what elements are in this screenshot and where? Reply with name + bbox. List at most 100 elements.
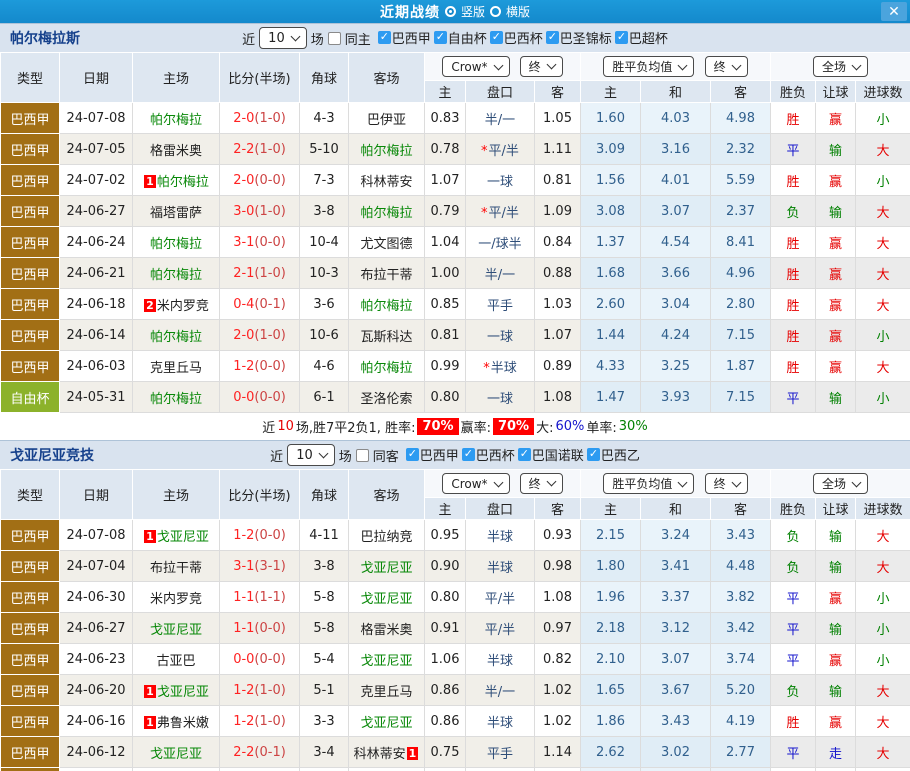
cell-ah-line: 平手 (466, 737, 535, 768)
summary-part: 场,胜7平2负1, 胜率: (296, 417, 416, 436)
cell-eu-away-odds: 2.80 (711, 289, 771, 320)
cell-ah-away-odds: 1.08 (535, 382, 581, 413)
cell-goals-result: 小 (856, 582, 910, 613)
league-checkbox-2[interactable] (490, 31, 503, 44)
match-count-select[interactable]: 10 (259, 27, 307, 49)
cell-date: 24-06-16 (60, 706, 133, 737)
match-row: 巴西甲24-06-23古亚巴0-0(0-0)5-4戈亚尼亚1.06半球0.822… (1, 644, 910, 675)
cell-league-type: 巴西甲 (1, 320, 60, 351)
europe-odds-select[interactable]: 胜平负均值 (603, 473, 694, 494)
team-label: 戈亚尼亚 (157, 530, 209, 545)
cell-away-team: 戈亚尼亚 (349, 706, 425, 737)
cell-corners: 4-11 (300, 520, 349, 551)
cell-score: 1-1(0-0) (220, 613, 300, 644)
cell-handicap-result: 输 (816, 134, 856, 165)
cell-result: 胜 (771, 165, 816, 196)
cell-ah-line: *半球 (466, 351, 535, 382)
cell-home-team: 帕尔梅拉 (133, 103, 220, 134)
asian-final-select[interactable]: 终 (520, 473, 563, 494)
cell-home-team: 帕尔梅拉 (133, 382, 220, 413)
cell-home-team: 1尤文图德 (133, 768, 220, 771)
team-section: 戈亚尼亚竞技 近 10 场 同客 巴西甲巴西杯巴国诺联巴西乙 类型 日期 (0, 440, 910, 771)
same-venue-checkbox[interactable] (328, 32, 341, 45)
horizontal-radio-label: 横版 (506, 3, 530, 20)
cell-ah-home-odds: 1.06 (425, 644, 466, 675)
league-checkbox-3[interactable] (587, 448, 600, 461)
summary-part: 近 (262, 417, 275, 436)
league-label: 巴圣锦标 (560, 28, 612, 47)
cell-ah-away-odds: 1.02 (535, 706, 581, 737)
league-checkbox-4[interactable] (615, 31, 628, 44)
col-eu-away: 客 (711, 81, 771, 103)
close-icon[interactable]: ✕ (881, 2, 907, 21)
scope-select[interactable]: 全场 (813, 56, 868, 77)
cell-eu-away-odds: 2.37 (711, 196, 771, 227)
cell-league-type: 巴西甲 (1, 675, 60, 706)
cell-eu-draw-odds: 3.02 (641, 737, 711, 768)
cell-away-team: 帕尔梅拉 (349, 289, 425, 320)
col-ah-line: 盘口 (466, 81, 535, 103)
odds-company-select[interactable]: Crow* (442, 473, 509, 494)
cell-eu-draw-odds: 3.07 (641, 644, 711, 675)
cell-league-type: 巴西甲 (1, 644, 60, 675)
odds-company-select[interactable]: Crow* (442, 56, 509, 77)
league-checkbox-2[interactable] (518, 448, 531, 461)
europe-odds-select[interactable]: 胜平负均值 (603, 56, 694, 77)
cell-eu-home-odds: 1.60 (581, 103, 641, 134)
cell-eu-draw-odds: 3.43 (641, 706, 711, 737)
cell-date: 24-06-18 (60, 289, 133, 320)
layout-horizontal-radio[interactable] (490, 6, 501, 17)
cell-eu-away-odds: 3.42 (711, 613, 771, 644)
europe-final-select[interactable]: 终 (705, 473, 748, 494)
cell-ah-home-odds: 0.95 (425, 520, 466, 551)
cell-goals-result: 大 (856, 706, 910, 737)
league-label: 巴西乙 (601, 445, 640, 464)
layout-vertical-radio[interactable] (445, 6, 456, 17)
cell-eu-draw-odds: 3.37 (641, 582, 711, 613)
cell-goals-result: 小 (856, 613, 910, 644)
cell-league-type: 巴西甲 (1, 768, 60, 771)
cell-handicap-result: 输 (816, 768, 856, 771)
league-filters: 巴西甲自由杯巴西杯巴圣锦标巴超杯 (375, 28, 668, 48)
cell-ah-home-odds: 0.80 (425, 582, 466, 613)
col-ah-home: 主 (425, 498, 466, 520)
cell-result: 负 (771, 520, 816, 551)
cell-handicap-result: 输 (816, 520, 856, 551)
near-label: 近 (242, 29, 255, 48)
cell-eu-draw-odds: 4.03 (641, 103, 711, 134)
cell-result: 胜 (771, 320, 816, 351)
match-row: 巴西甲24-06-14帕尔梅拉2-0(1-0)10-6瓦斯科达0.81一球1.0… (1, 320, 910, 351)
cell-away-team: 戈亚尼亚 (349, 644, 425, 675)
cell-score: 2-2(0-1) (220, 737, 300, 768)
league-checkbox-1[interactable] (434, 31, 447, 44)
europe-final-select[interactable]: 终 (705, 56, 748, 77)
col-goals: 进球数 (856, 81, 910, 103)
match-row: 巴西甲24-06-27戈亚尼亚1-1(0-0)5-8格雷米奥0.91平/半0.9… (1, 613, 910, 644)
league-checkbox-0[interactable] (406, 448, 419, 461)
cell-goals-result: 大 (856, 289, 910, 320)
league-checkbox-1[interactable] (462, 448, 475, 461)
cell-home-team: 克里丘马 (133, 351, 220, 382)
match-count-select[interactable]: 10 (287, 444, 335, 466)
cell-ah-away-odds: 1.08 (535, 582, 581, 613)
league-checkbox-0[interactable] (378, 31, 391, 44)
asian-final-select[interactable]: 终 (520, 56, 563, 77)
cell-away-team: 帕尔梅拉 (349, 351, 425, 382)
match-row: 巴西甲24-06-21帕尔梅拉2-1(1-0)10-3布拉干蒂1.00半/一0.… (1, 258, 910, 289)
cell-ah-line: 平/半 (466, 768, 535, 771)
cell-goals-result: 小 (856, 644, 910, 675)
cell-handicap-result: 输 (816, 551, 856, 582)
cell-home-team: 1戈亚尼亚 (133, 520, 220, 551)
col-goals: 进球数 (856, 498, 910, 520)
cell-result: 胜 (771, 351, 816, 382)
scope-select[interactable]: 全场 (813, 473, 868, 494)
sections-container: 帕尔梅拉斯 近 10 场 同主 巴西甲自由杯巴西杯巴圣锦标巴超杯 类型 日期 (0, 23, 910, 771)
cell-away-team: 布拉干蒂 (349, 258, 425, 289)
match-row: 巴西甲24-06-27福塔雷萨3-0(1-0)3-8帕尔梅拉0.79*平/半1.… (1, 196, 910, 227)
cell-goals-result: 大 (856, 134, 910, 165)
league-checkbox-3[interactable] (546, 31, 559, 44)
cell-league-type: 巴西甲 (1, 165, 60, 196)
same-venue-checkbox[interactable] (356, 449, 369, 462)
cell-eu-home-odds: 2.15 (581, 520, 641, 551)
cell-date: 24-06-20 (60, 675, 133, 706)
